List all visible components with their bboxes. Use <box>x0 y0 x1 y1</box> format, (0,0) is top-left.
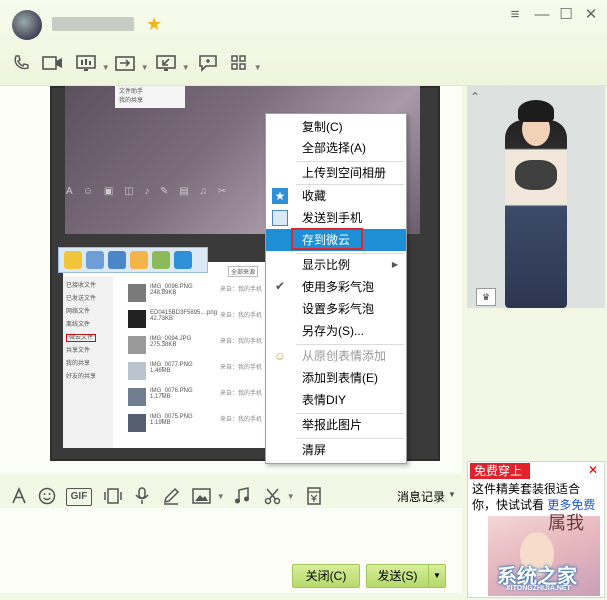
file-transfer-icon[interactable]: ▼ <box>115 54 149 76</box>
close-button[interactable]: 关闭(C) <box>292 564 360 588</box>
apps-icon[interactable]: ▼ <box>230 54 262 76</box>
ad-more-link[interactable]: 更多免费 <box>547 498 595 512</box>
sidebar-entry-highlighted: 微云文件 <box>66 332 110 345</box>
sidebar-entry: 已接收文件 <box>66 283 97 289</box>
chat-image-quick-toolbar <box>58 247 208 273</box>
sidebar-entry: 好友的共享 <box>66 374 97 380</box>
menu-item-send-to-phone[interactable]: 发送到手机 <box>266 207 406 229</box>
sidebar-entry: 网络文件 <box>66 309 91 315</box>
font-icon[interactable] <box>10 486 28 507</box>
avatar-show-scarf <box>515 160 557 190</box>
file-row: IMG_0075.PNG 1.19MB 来自：我的手机 <box>120 412 265 436</box>
picture-icon <box>152 251 170 269</box>
image-icon[interactable]: ▼ <box>192 487 225 507</box>
vip-star-icon[interactable]: ★ <box>146 14 162 34</box>
watermark-logo: 系统之家 <box>497 566 577 588</box>
source-filter: 全部来源 <box>228 266 259 277</box>
menu-item-clear-screen[interactable]: 清屏 <box>266 439 406 461</box>
popup-line: 我的共享 <box>119 98 144 104</box>
message-history-link[interactable]: 消息记录 <box>397 488 445 505</box>
emoji-icon[interactable] <box>38 487 56 507</box>
music-icon[interactable] <box>234 487 250 507</box>
chat-image-toolbar-icons: A ☺ ▣ ◫ ♪ ✎ ▤ ♫ ✂ <box>66 186 231 197</box>
menu-item-upload-album[interactable]: 上传到空间相册 <box>266 162 406 184</box>
emoji-icon <box>130 251 148 269</box>
menu-item-set-color-bubble[interactable]: 设置多彩气泡 <box>266 298 406 320</box>
file-row: IMG_0096.PNG 248.89KB 来自：我的手机 <box>120 282 265 306</box>
screenshot-icon[interactable]: ▼ <box>264 487 295 507</box>
phone-send-icon <box>108 251 126 269</box>
avatar-show-figure <box>505 120 567 308</box>
voice-icon[interactable] <box>134 487 150 507</box>
file-row: IMG_0077.PNG 1.46MB 来自：我的手机 <box>120 360 265 384</box>
file-row: IMG_0094.JPG 275.38KB 来自：我的手机 <box>120 334 265 358</box>
shake-icon[interactable] <box>102 487 124 507</box>
add-emoji-icon <box>64 251 82 269</box>
menu-item-save-as[interactable]: 另存为(S)... <box>266 320 406 342</box>
collapse-icon[interactable]: ⌃ <box>470 90 480 104</box>
screen-share-icon[interactable]: ▼ <box>76 54 110 76</box>
sidebar-entry: 离线文件 <box>66 322 91 328</box>
ad-text: 这件精美套装很适合你，快试试看 更多免费 <box>472 482 596 512</box>
sidebar-entry: 共享文件 <box>66 348 91 354</box>
avatar-show-hair <box>518 100 554 122</box>
maximize-icon[interactable]: ☐ <box>557 6 575 24</box>
chevron-down-icon[interactable]: ▼ <box>448 490 456 499</box>
menu-item-favorite[interactable]: 收藏 <box>266 185 406 207</box>
message-icon[interactable] <box>198 54 218 76</box>
menu-item-display-ratio[interactable]: 显示比例 ▶ <box>266 254 406 276</box>
contact-name <box>52 17 134 31</box>
remote-desktop-icon[interactable]: ▼ <box>156 54 190 76</box>
menu-item-emoji-diy[interactable]: 表情DIY <box>266 389 406 411</box>
favorite-icon <box>174 251 192 269</box>
send-button[interactable]: 发送(S) <box>366 564 428 588</box>
chat-image-file-sidebar: 已接收文件 已发送文件 网络文件 离线文件 微云文件 共享文件 我的共享 好友的… <box>63 276 113 448</box>
level-badge-icon[interactable]: ♛ <box>476 288 496 306</box>
menu-icon[interactable]: ≡ <box>506 6 524 24</box>
menu-item-use-color-bubble[interactable]: 使用多彩气泡 <box>266 276 406 298</box>
menu-item-add-from-original: 从原创表情添加 <box>302 349 387 363</box>
menu-item-copy[interactable]: 复制(C) <box>266 116 406 138</box>
submenu-arrow-icon: ▶ <box>391 260 398 269</box>
ad-close-icon[interactable]: ✕ <box>585 462 601 478</box>
phone-icon[interactable] <box>12 54 30 76</box>
sidebar-entry: 已发送文件 <box>66 296 97 302</box>
sidebar-entry: 我的共享 <box>66 361 91 367</box>
gif-icon[interactable]: GIF <box>66 488 92 506</box>
file-row: ED0415BD3F5895....png 42.73KB 来自：我的手机 <box>120 308 265 332</box>
save-icon <box>86 251 104 269</box>
ad-calligraphy: 属我 <box>548 513 584 534</box>
menu-item-report-image[interactable]: 举报此图片 <box>266 414 406 436</box>
red-packet-icon[interactable] <box>306 487 322 507</box>
menu-item-add-to-emoji[interactable]: 添加到表情(E) <box>266 367 406 389</box>
popup-line: 文件助手 <box>119 89 144 95</box>
chat-image-popup: 文件助手 我的共享 <box>115 86 185 108</box>
contact-avatar[interactable] <box>12 10 42 40</box>
minimize-icon[interactable]: — <box>533 6 551 24</box>
video-icon[interactable] <box>42 54 64 76</box>
close-window-icon[interactable]: ✕ <box>582 6 600 24</box>
file-row: IMG_0076.PNG 1.17MB 来自：我的手机 <box>120 386 265 410</box>
watermark-url: XITONGZHIJIA.NET <box>506 585 571 592</box>
ad-tag: 免费穿上 <box>470 463 530 479</box>
menu-item-select-all[interactable]: 全部选择(A) <box>266 137 406 159</box>
context-menu: 复制(C) 全部选择(A) 上传到空间相册 ★ 收藏 发送到手机 存到微云 显示… <box>265 113 407 464</box>
highlight-box <box>291 228 363 250</box>
doodle-icon[interactable] <box>162 487 180 507</box>
send-options-chevron-icon[interactable]: ▼ <box>428 564 446 588</box>
